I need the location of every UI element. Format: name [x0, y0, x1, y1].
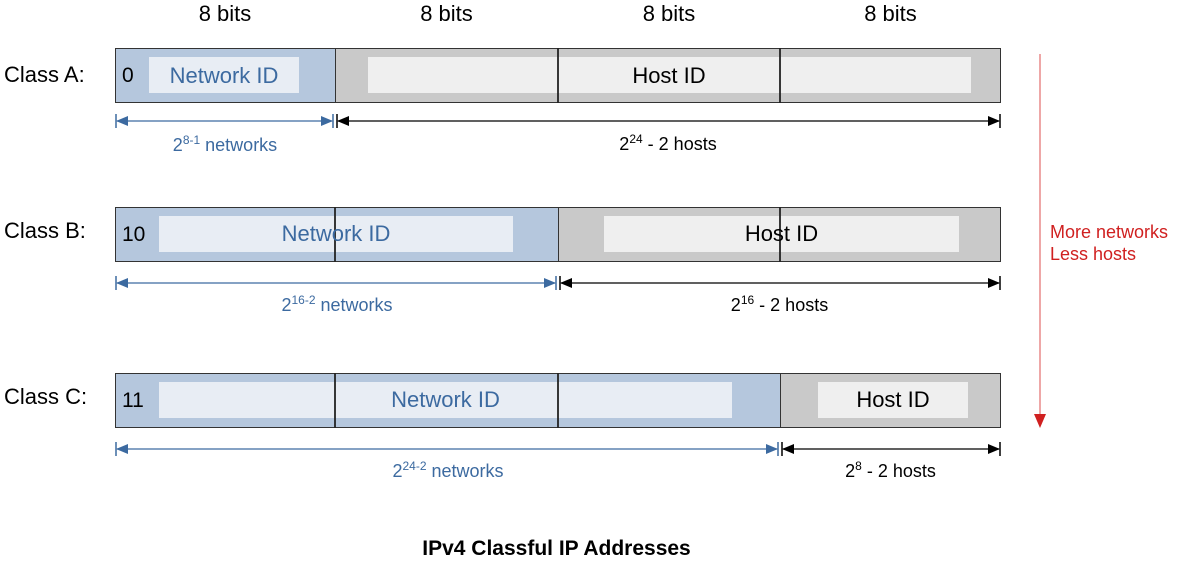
- class-a-network-span-arrow: [115, 114, 334, 128]
- trend-arrow-down-icon: [1034, 54, 1046, 428]
- trend-note-line-2: Less hosts: [1050, 244, 1137, 264]
- diagram-title: IPv4 Classful IP Addresses: [422, 537, 691, 560]
- class-a-host-span-arrow: [336, 114, 1001, 128]
- trend-note-line-1: More networks: [1050, 222, 1169, 242]
- trend-note: More networks Less hosts: [1050, 221, 1168, 265]
- dimension-arrows-layer: [115, 54, 1046, 456]
- class-c-network-span-arrow: [115, 442, 779, 456]
- class-b-host-span-arrow: [559, 276, 1001, 290]
- class-b-network-span-arrow: [115, 276, 557, 290]
- class-c-host-span-arrow: [781, 442, 1001, 456]
